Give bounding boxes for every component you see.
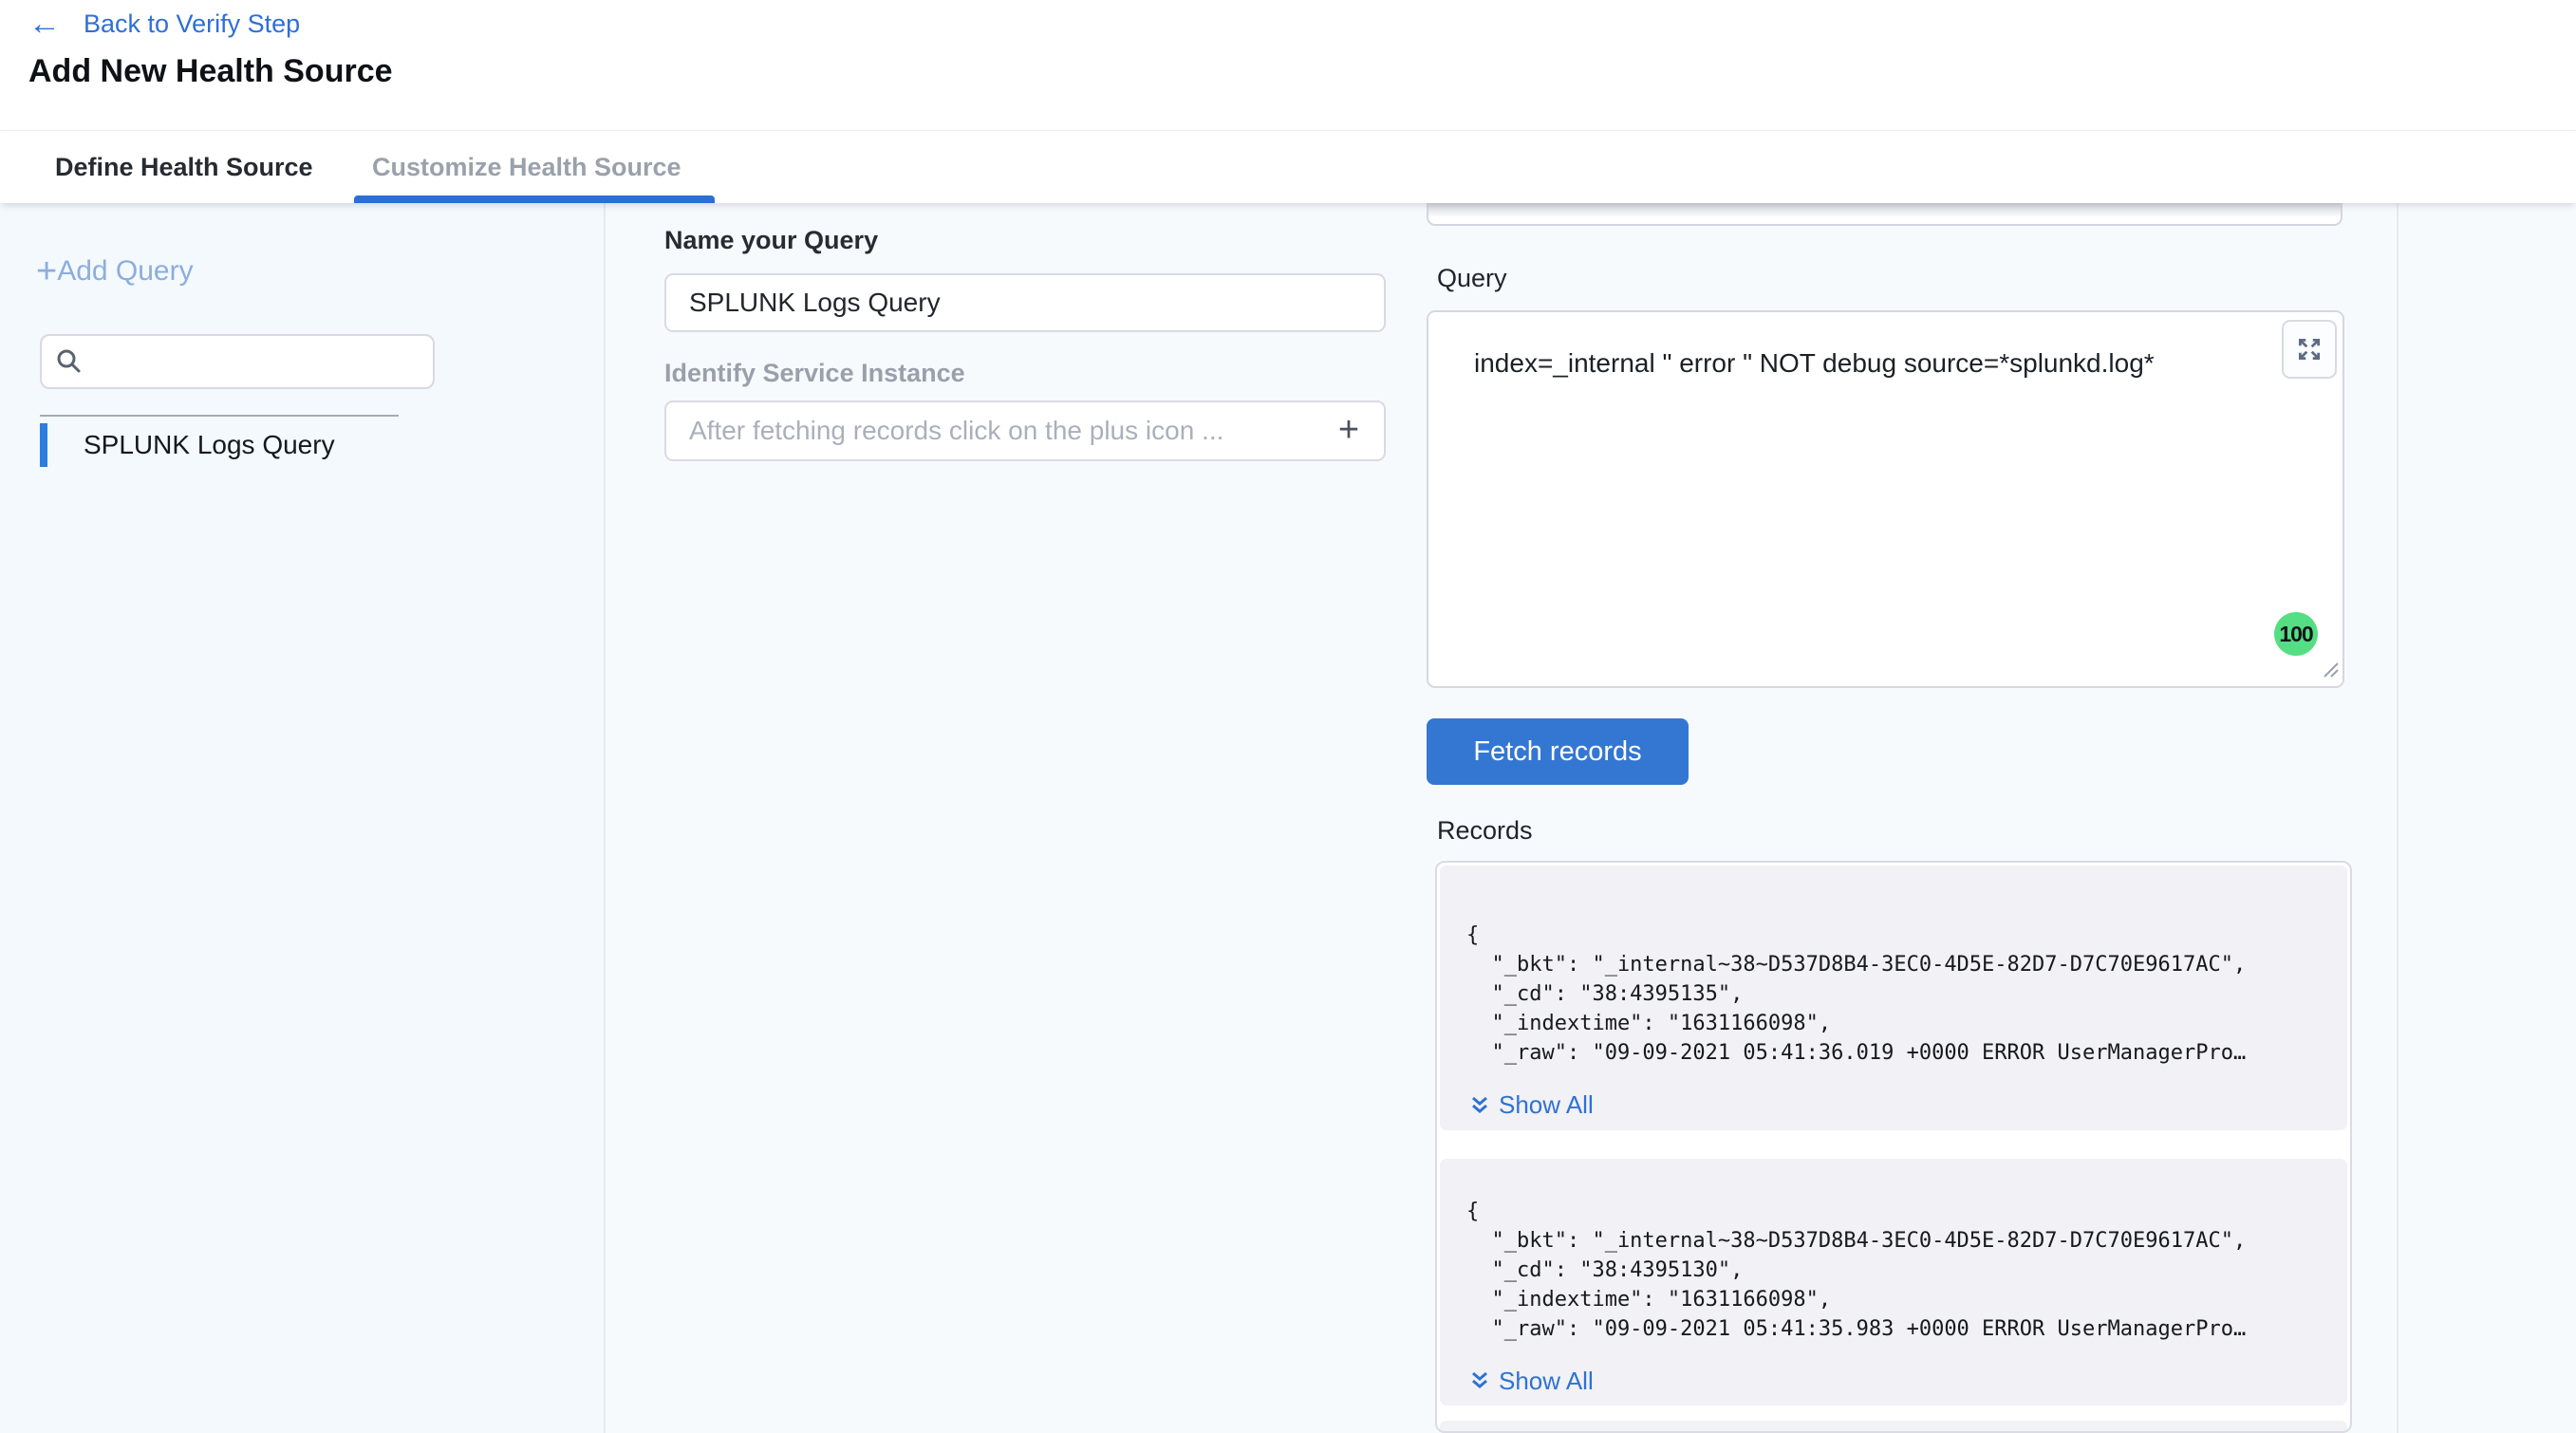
tab-define-health-source[interactable]: Define Health Source bbox=[55, 131, 313, 203]
add-service-instance-plus-icon[interactable]: + bbox=[1327, 408, 1371, 452]
query-search-box bbox=[40, 334, 435, 389]
service-instance-field: + bbox=[664, 400, 1386, 461]
record-json-line: "_raw": "09-09-2021 05:41:36.019 +0000 E… bbox=[1466, 1038, 2328, 1068]
records-panel: { "_bkt": "_internal~38~D537D8B4-3EC0-4D… bbox=[1435, 861, 2352, 1433]
page-header: ← Back to Verify Step Add New Health Sou… bbox=[0, 0, 2576, 130]
active-tab-underline bbox=[354, 195, 715, 203]
record-json-line: "_raw": "09-09-2021 05:41:35.983 +0000 E… bbox=[1466, 1314, 2328, 1344]
name-query-label: Name your Query bbox=[664, 226, 878, 255]
show-all-link[interactable]: Show All bbox=[1470, 1090, 1594, 1120]
back-link[interactable]: ← Back to Verify Step bbox=[28, 8, 300, 40]
record-card: { "_bkt": "_internal~38~D537D8B4-3EC0-4D… bbox=[1440, 865, 2347, 1130]
identify-service-instance-label: Identify Service Instance bbox=[664, 359, 965, 388]
plus-icon: + bbox=[36, 253, 57, 289]
query-sidebar: + Add Query SPLUNK Logs Query bbox=[0, 202, 606, 1433]
record-json-line: "_cd": "38:4395130", bbox=[1466, 1256, 2328, 1285]
record-json-line: "_bkt": "_internal~38~D537D8B4-3EC0-4D5E… bbox=[1466, 950, 2328, 979]
double-chevron-down-icon bbox=[1470, 1095, 1489, 1116]
double-chevron-down-icon bbox=[1470, 1370, 1489, 1391]
selected-indicator-bar bbox=[40, 423, 47, 467]
records-label: Records bbox=[1437, 816, 1533, 846]
expand-icon bbox=[2295, 335, 2324, 363]
record-json-line: "_indextime": "1631166098", bbox=[1466, 1285, 2328, 1314]
back-link-label: Back to Verify Step bbox=[84, 9, 300, 39]
tab-bar: Define Health Source Customize Health So… bbox=[0, 130, 2576, 203]
sidebar-item-splunk-logs-query[interactable]: SPLUNK Logs Query bbox=[40, 423, 335, 467]
record-card: { "_bkt": "_internal~38~D537D8B4-3EC0-4D… bbox=[1440, 1159, 2347, 1406]
show-all-label: Show All bbox=[1499, 1090, 1594, 1120]
query-name-input[interactable] bbox=[664, 273, 1386, 332]
tab-customize-health-source[interactable]: Customize Health Source bbox=[372, 131, 681, 203]
fetch-records-button[interactable]: Fetch records bbox=[1427, 718, 1689, 785]
query-editor: index=_internal " error " NOT debug sour… bbox=[1427, 310, 2344, 688]
page-title: Add New Health Source bbox=[28, 53, 393, 90]
record-json-line: "_indextime": "1631166098", bbox=[1466, 1009, 2328, 1038]
expand-query-button[interactable] bbox=[2282, 320, 2337, 379]
record-json-line: "_bkt": "_internal~38~D537D8B4-3EC0-4D5E… bbox=[1466, 1226, 2328, 1256]
back-arrow-icon: ← bbox=[28, 8, 61, 40]
show-all-link[interactable]: Show All bbox=[1470, 1367, 1594, 1396]
service-instance-input[interactable] bbox=[664, 400, 1386, 461]
right-column-divider bbox=[2397, 202, 2399, 1433]
clipped-input-above[interactable] bbox=[1427, 202, 2343, 226]
search-icon bbox=[55, 347, 84, 376]
add-query-button[interactable]: + Add Query bbox=[36, 253, 194, 289]
add-query-label: Add Query bbox=[57, 255, 193, 288]
query-textarea[interactable]: index=_internal " error " NOT debug sour… bbox=[1427, 310, 2344, 688]
query-label: Query bbox=[1437, 264, 1507, 293]
record-json-line: { bbox=[1466, 921, 2328, 950]
sidebar-divider bbox=[40, 415, 399, 417]
query-search-input[interactable] bbox=[93, 346, 410, 378]
show-all-label: Show All bbox=[1499, 1367, 1594, 1396]
record-json-line: { bbox=[1466, 1197, 2328, 1226]
record-json-line: "_cd": "38:4395135", bbox=[1466, 979, 2328, 1009]
textarea-resize-handle[interactable] bbox=[2321, 660, 2340, 683]
query-item-label: SPLUNK Logs Query bbox=[84, 430, 335, 460]
record-count-badge: 100 bbox=[2274, 612, 2318, 656]
record-card bbox=[1440, 1421, 2347, 1433]
